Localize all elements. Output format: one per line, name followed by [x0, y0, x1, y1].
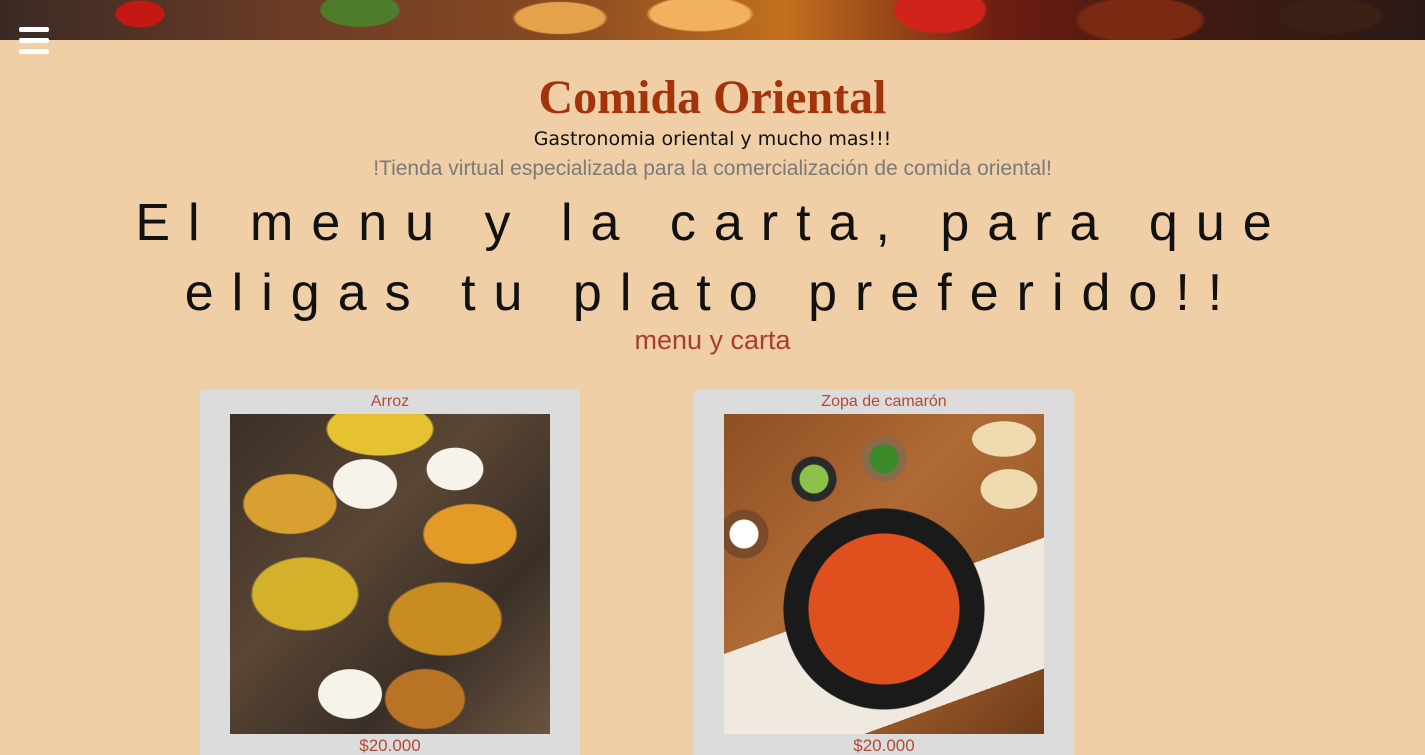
- site-title: Comida Oriental: [538, 71, 887, 124]
- hamburger-menu-icon[interactable]: [19, 27, 49, 54]
- product-photo[interactable]: [230, 414, 550, 734]
- hamburger-line: [19, 49, 49, 54]
- hero-banner-image: [0, 0, 1425, 40]
- product-card-arroz[interactable]: Arroz $20.000: [200, 390, 580, 755]
- section-label: menu y carta: [634, 325, 791, 355]
- product-price: $20.000: [853, 736, 915, 755]
- product-card-zopa-de-camaron[interactable]: Zopa de camarón $20.000: [694, 390, 1074, 755]
- hamburger-line: [19, 38, 49, 43]
- site-tagline: !Tienda virtual especializada para la co…: [373, 157, 1052, 180]
- hamburger-line: [19, 27, 49, 32]
- product-name: Zopa de camarón: [821, 393, 947, 410]
- product-price: $20.000: [359, 736, 421, 755]
- product-photo[interactable]: [724, 414, 1044, 734]
- site-subtitle: Gastronomia oriental y mucho mas!!!: [533, 128, 892, 150]
- menu-headline: El menu y la carta, para que eligas tu p…: [135, 194, 1290, 322]
- product-name: Arroz: [370, 393, 410, 410]
